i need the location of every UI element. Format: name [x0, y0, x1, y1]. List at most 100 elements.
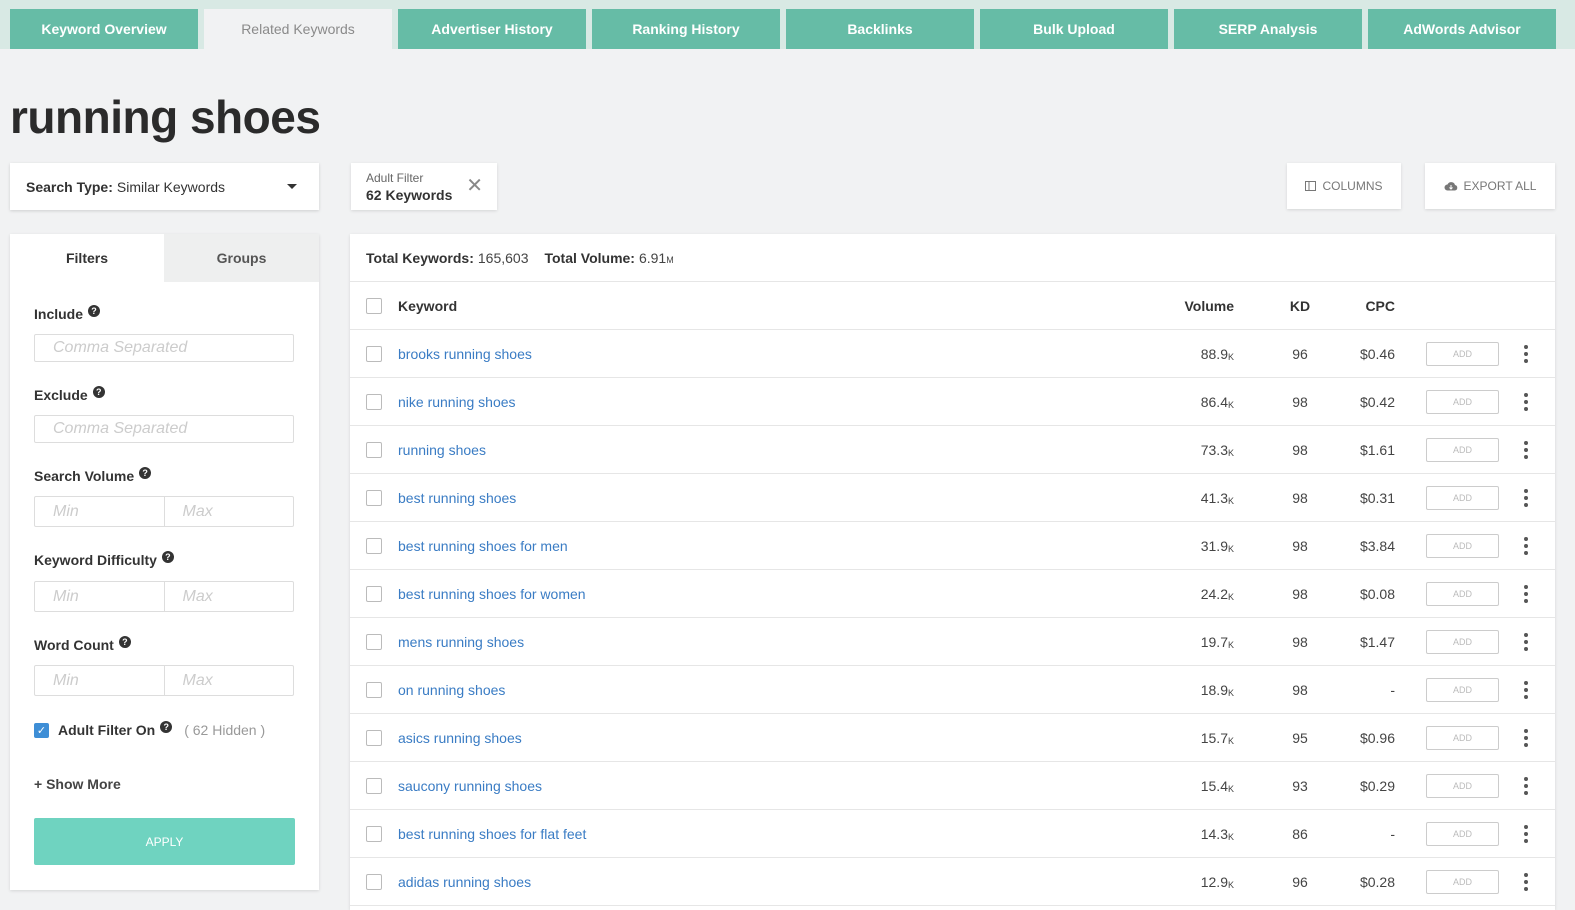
word-count-label: Word Count?	[34, 636, 131, 653]
close-icon[interactable]: ✕	[466, 176, 483, 196]
row-checkbox[interactable]	[366, 810, 382, 857]
search-type-dropdown[interactable]: Search Type: Similar Keywords	[10, 163, 319, 210]
add-button[interactable]: ADD	[1426, 870, 1499, 894]
more-options-icon[interactable]	[1522, 810, 1530, 857]
tab-ranking-history[interactable]: Ranking History	[592, 9, 780, 49]
more-options-icon[interactable]	[1522, 762, 1530, 809]
header-keyword[interactable]: Keyword	[398, 282, 457, 329]
row-checkbox[interactable]	[366, 762, 382, 809]
add-button[interactable]: ADD	[1426, 534, 1499, 558]
word-count-max-input[interactable]: Max	[163, 666, 294, 695]
keyword-link[interactable]: best running shoes	[398, 474, 516, 521]
cpc-cell: $0.42	[1359, 393, 1395, 410]
keyword-link[interactable]: best running shoes for flat feet	[398, 810, 586, 857]
more-options-icon[interactable]	[1522, 330, 1530, 377]
add-button[interactable]: ADD	[1426, 726, 1499, 750]
help-icon[interactable]: ?	[88, 305, 101, 317]
row-checkbox[interactable]	[366, 858, 382, 905]
keyword-link[interactable]: running shoes	[398, 426, 486, 473]
show-more-link[interactable]: + Show More	[34, 776, 121, 792]
tab-groups[interactable]: Groups	[164, 234, 319, 282]
kd-cell: 98	[1292, 441, 1308, 458]
table-row: on running shoes 18.9 K 98 - ADD	[350, 666, 1555, 714]
volume-unit: K	[1227, 591, 1234, 602]
columns-button[interactable]: COLUMNS	[1287, 163, 1401, 209]
row-checkbox[interactable]	[366, 714, 382, 761]
more-options-icon[interactable]	[1522, 474, 1530, 521]
keyword-link[interactable]: brooks running shoes	[398, 330, 532, 377]
add-button[interactable]: ADD	[1426, 486, 1499, 510]
row-checkbox[interactable]	[366, 618, 382, 665]
keyword-difficulty-min-input[interactable]: Min	[35, 582, 164, 611]
more-options-icon[interactable]	[1522, 426, 1530, 473]
add-button[interactable]: ADD	[1426, 342, 1499, 366]
search-volume-max-input[interactable]: Max	[163, 497, 294, 526]
table-row: best running shoes for women 24.2 K 98 $0.08…	[350, 570, 1555, 618]
adult-filter-checkbox[interactable]: ✓	[34, 722, 49, 738]
more-options-icon[interactable]	[1522, 618, 1530, 665]
volume-unit: K	[1227, 351, 1234, 362]
add-button[interactable]: ADD	[1426, 678, 1499, 702]
volume-cell: 73.3 K	[1200, 441, 1234, 458]
help-icon[interactable]: ?	[139, 467, 152, 479]
row-checkbox[interactable]	[366, 570, 382, 617]
volume-unit: K	[1227, 399, 1234, 410]
row-checkbox[interactable]	[366, 378, 382, 425]
keyword-link[interactable]: adidas running shoes	[398, 858, 531, 905]
tab-related-keywords[interactable]: Related Keywords	[204, 9, 392, 49]
add-button[interactable]: ADD	[1426, 822, 1499, 846]
tab-filters[interactable]: Filters	[10, 234, 164, 282]
row-checkbox[interactable]	[366, 522, 382, 569]
add-button[interactable]: ADD	[1426, 390, 1499, 414]
help-icon[interactable]: ?	[92, 386, 105, 398]
add-button[interactable]: ADD	[1426, 438, 1499, 462]
keyword-link[interactable]: mens running shoes	[398, 618, 524, 665]
keyword-link[interactable]: asics running shoes	[398, 714, 522, 761]
add-button[interactable]: ADD	[1426, 582, 1499, 606]
volume-cell: 12.9 K	[1200, 873, 1234, 890]
more-options-icon[interactable]	[1522, 714, 1530, 761]
keyword-link[interactable]: nike running shoes	[398, 378, 516, 425]
add-button[interactable]: ADD	[1426, 774, 1499, 798]
help-icon[interactable]: ?	[118, 636, 131, 648]
table-row: mens running shoes 19.7 K 98 $1.47 ADD	[350, 618, 1555, 666]
tab-adwords-advisor[interactable]: AdWords Advisor	[1368, 9, 1556, 49]
more-options-icon[interactable]	[1522, 666, 1530, 713]
more-options-icon[interactable]	[1522, 378, 1530, 425]
header-cpc[interactable]: CPC	[1365, 282, 1395, 329]
volume-cell: 41.3 K	[1200, 489, 1234, 506]
add-button[interactable]: ADD	[1426, 630, 1499, 654]
export-all-button[interactable]: EXPORT ALL	[1425, 163, 1555, 209]
keyword-link[interactable]: best running shoes for women	[398, 570, 586, 617]
exclude-input[interactable]: Comma Separated	[34, 415, 294, 443]
more-options-icon[interactable]	[1522, 522, 1530, 569]
row-checkbox[interactable]	[366, 426, 382, 473]
select-all-checkbox[interactable]	[366, 282, 382, 329]
caret-down-icon	[287, 184, 297, 189]
tab-bulk-upload[interactable]: Bulk Upload	[980, 9, 1168, 49]
help-icon[interactable]: ?	[161, 551, 174, 563]
keyword-difficulty-max-input[interactable]: Max	[163, 582, 294, 611]
more-options-icon[interactable]	[1522, 858, 1530, 905]
page-title: running shoes	[10, 91, 321, 143]
row-checkbox[interactable]	[366, 330, 382, 377]
tab-serp-analysis[interactable]: SERP Analysis	[1174, 9, 1362, 49]
keyword-link[interactable]: best running shoes for men	[398, 522, 568, 569]
keyword-link[interactable]: saucony running shoes	[398, 762, 542, 809]
header-kd[interactable]: KD	[1285, 282, 1315, 329]
row-checkbox[interactable]	[366, 474, 382, 521]
row-checkbox[interactable]	[366, 666, 382, 713]
adult-filter-chip: Adult Filter 62 Keywords ✕	[351, 163, 497, 210]
word-count-min-input[interactable]: Min	[35, 666, 164, 695]
tab-backlinks[interactable]: Backlinks	[786, 9, 974, 49]
header-volume[interactable]: Volume	[1184, 282, 1234, 329]
include-input[interactable]: Comma Separated	[34, 334, 294, 362]
search-volume-min-input[interactable]: Min	[35, 497, 164, 526]
keyword-link[interactable]: on running shoes	[398, 666, 505, 713]
more-options-icon[interactable]	[1522, 570, 1530, 617]
apply-button[interactable]: APPLY	[34, 818, 295, 865]
tab-advertiser-history[interactable]: Advertiser History	[398, 9, 586, 49]
help-icon[interactable]: ?	[160, 721, 173, 733]
export-all-label: EXPORT ALL	[1463, 179, 1537, 193]
tab-keyword-overview[interactable]: Keyword Overview	[10, 9, 198, 49]
